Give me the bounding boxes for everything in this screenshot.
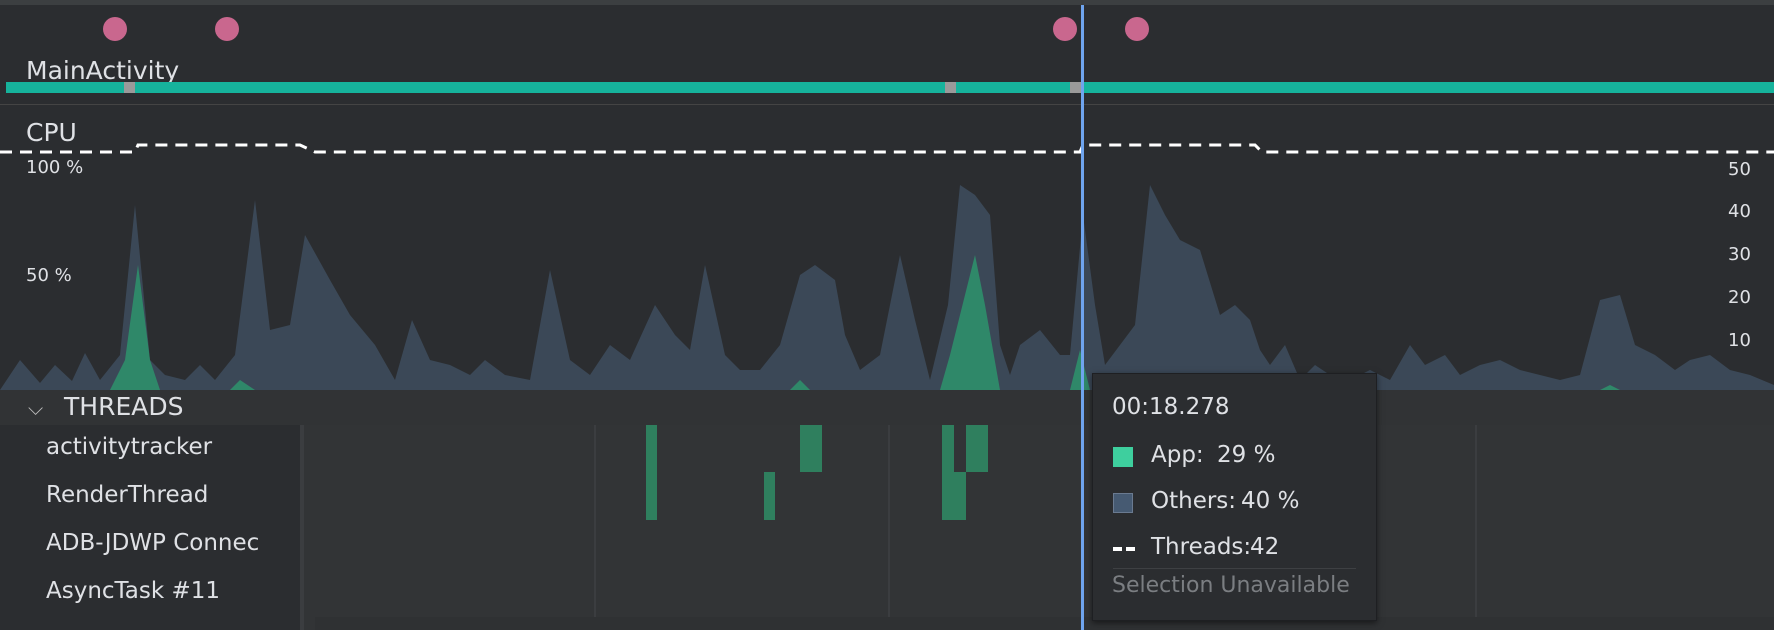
tooltip-threads-label: Threads: bbox=[1151, 534, 1252, 560]
threads-count-line bbox=[0, 143, 1774, 154]
thread-row-adb-jdwp[interactable]: ADB-JDWP Connec bbox=[46, 530, 259, 556]
threads-activity bbox=[300, 425, 1774, 630]
thread-row-asynctask[interactable]: AsyncTask #11 bbox=[46, 578, 220, 604]
activity-marker[interactable] bbox=[124, 82, 135, 93]
y-axis-label-right: 50 bbox=[1728, 159, 1751, 180]
thread-row-activitytracker[interactable]: activitytracker bbox=[46, 434, 212, 460]
y-axis-label-right: 20 bbox=[1728, 287, 1751, 308]
cpu-label: CPU bbox=[26, 118, 77, 147]
y-axis-label-right: 30 bbox=[1728, 244, 1751, 265]
y-axis-label-left: 50 % bbox=[26, 265, 72, 286]
tooltip-time: 00:18.278 bbox=[1112, 394, 1230, 420]
tooltip-divider bbox=[1113, 568, 1356, 569]
activity-label: MainActivity bbox=[26, 56, 180, 85]
y-axis-label-left: 100 % bbox=[26, 157, 84, 178]
tooltip-app-value: 29 % bbox=[1217, 442, 1276, 468]
tooltip-app-label: App: bbox=[1151, 442, 1204, 468]
threads-header[interactable] bbox=[0, 390, 1774, 425]
activity-marker[interactable] bbox=[1070, 82, 1081, 93]
y-axis-label-right: 40 bbox=[1728, 201, 1751, 222]
y-axis-label-right: 10 bbox=[1728, 330, 1751, 351]
tooltip-threads-value: 42 bbox=[1250, 534, 1280, 560]
threads-title: THREADS bbox=[64, 392, 184, 421]
thread-row-renderthread[interactable]: RenderThread bbox=[46, 482, 208, 508]
activity-marker[interactable] bbox=[945, 82, 956, 93]
tooltip-footer: Selection Unavailable bbox=[1112, 573, 1350, 598]
others-cpu-area bbox=[0, 185, 1774, 390]
timeline-cursor[interactable] bbox=[1081, 5, 1084, 630]
activity-bar[interactable] bbox=[6, 82, 1774, 93]
touch-event-dot[interactable] bbox=[215, 17, 239, 41]
touch-event-dot[interactable] bbox=[1125, 17, 1149, 41]
cpu-usage-chart bbox=[0, 143, 1774, 390]
tooltip-others-value: 40 % bbox=[1241, 488, 1300, 514]
tooltip-others-label: Others: bbox=[1151, 488, 1237, 514]
threads-dash-icon bbox=[1113, 547, 1135, 551]
chevron-down-icon[interactable]: ⌵ bbox=[28, 396, 43, 420]
app-swatch-icon bbox=[1113, 447, 1133, 467]
touch-event-dot[interactable] bbox=[1053, 17, 1077, 41]
cpu-tooltip: 00:18.278 App: 29 % Others: 40 % Threads… bbox=[1092, 373, 1377, 621]
touch-event-dot[interactable] bbox=[103, 17, 127, 41]
others-swatch-icon bbox=[1113, 493, 1133, 513]
